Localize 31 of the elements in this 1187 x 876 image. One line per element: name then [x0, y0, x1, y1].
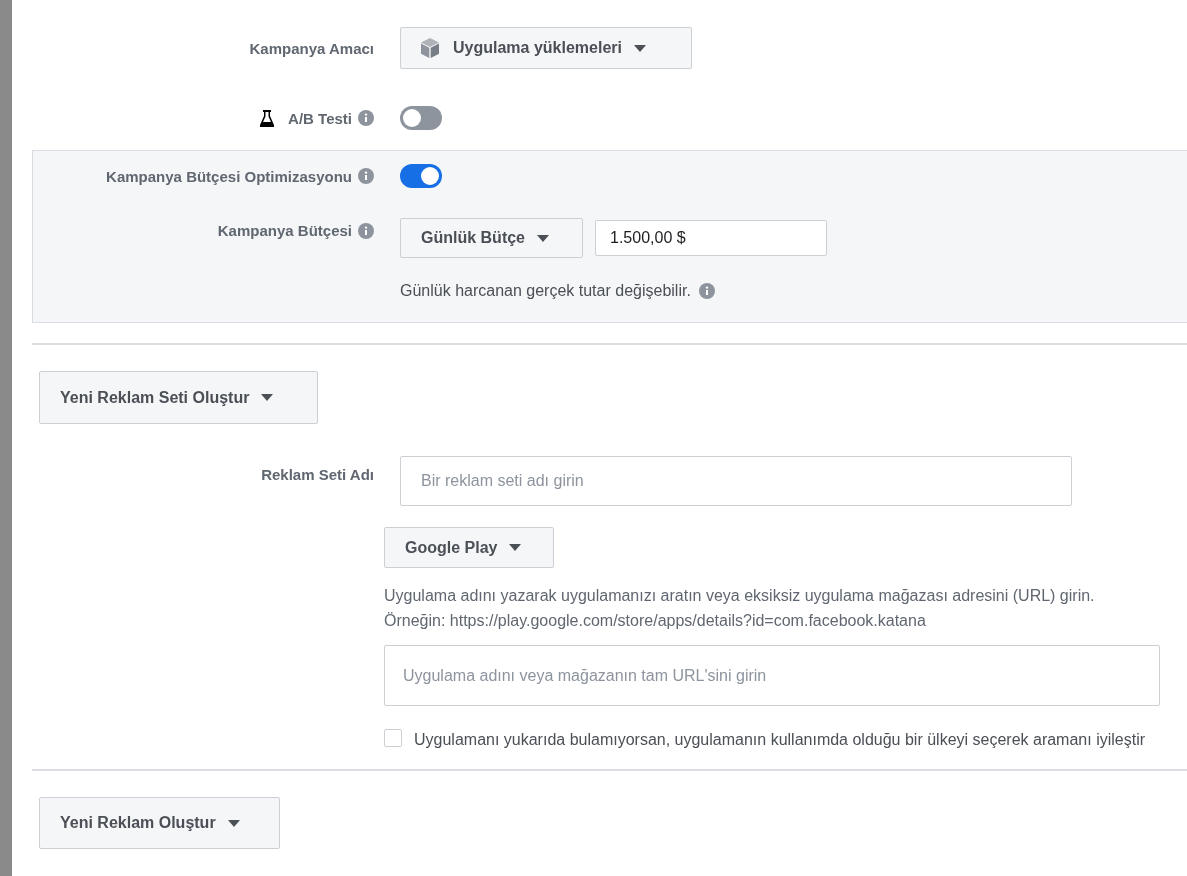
info-icon[interactable] — [358, 110, 374, 126]
caret-icon — [537, 234, 549, 242]
checkbox-label: Uygulamanı yukarıda bulamıyorsan, uygulamanın kullanımda olduğu bir ülkeyi seçerek aramanı iyileştir — [414, 730, 1147, 750]
caret-icon — [227, 819, 240, 827]
hint-text: Günlük harcanan gerçek tutar değişebilir. — [400, 282, 691, 300]
budget-type-dropdown[interactable]: Günlük Bütçe — [400, 218, 583, 258]
toggle-switch[interactable] — [400, 164, 442, 188]
caret-icon — [633, 44, 646, 52]
caret-icon — [509, 544, 522, 551]
checkbox[interactable] — [384, 729, 402, 747]
create-ad-button[interactable]: Yeni Reklam Oluştur — [39, 797, 280, 849]
app-search-input[interactable]: Uygulama adını veya mağazanın tam URL'sini girin — [384, 645, 1160, 706]
objective-dropdown[interactable]: Uygulama yüklemeleri — [400, 27, 692, 69]
create-ad-set-button[interactable]: Yeni Reklam Seti Oluştur — [39, 371, 318, 424]
flask-icon — [260, 109, 275, 127]
store-dropdown[interactable]: Google Play — [384, 527, 554, 568]
ad-set-name-input[interactable]: Bir reklam seti adı girin — [400, 456, 1072, 506]
info-icon[interactable] — [358, 168, 374, 184]
field-label: Kampanya Bütçesi Optimizasyonu — [106, 167, 352, 185]
toggle-switch[interactable] — [400, 106, 442, 130]
info-icon[interactable] — [698, 283, 715, 299]
cube-icon — [419, 37, 441, 59]
field-label: Kampanya Bütçesi — [217, 222, 352, 239]
budget-input[interactable]: 1.500,00 $ — [595, 220, 827, 256]
help-text: Örneğin: https://play.google.com/store/apps/details?id=com.facebook.katana — [384, 611, 927, 631]
field-label: A/B Testi — [288, 109, 352, 127]
info-icon[interactable] — [358, 222, 374, 239]
help-text: Uygulama adını yazarak uygulamanızı aratın veya eksiksiz uygulama mağazası adresini (URL) girin. — [384, 586, 1096, 606]
field-label: Reklam Seti Adı — [260, 465, 374, 483]
caret-icon — [261, 394, 274, 401]
field-label: Kampanya Amacı — [248, 39, 374, 57]
